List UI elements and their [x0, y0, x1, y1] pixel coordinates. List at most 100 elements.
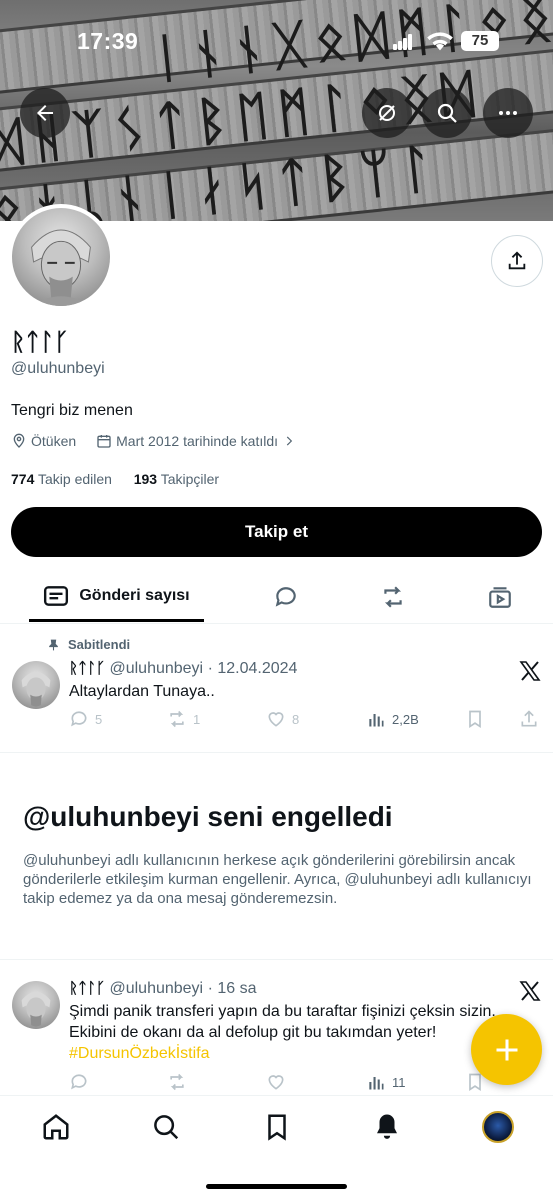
unmute-button[interactable]: [362, 88, 412, 138]
views-icon: [369, 1077, 384, 1090]
reply-button[interactable]: [69, 1072, 89, 1092]
compose-button[interactable]: [471, 1014, 542, 1085]
reply-button[interactable]: 5: [69, 709, 102, 729]
search-icon: [437, 103, 457, 123]
views-button[interactable]: 11: [366, 1072, 406, 1092]
blocked-title: @uluhunbeyi seni engelledi: [23, 801, 393, 832]
notifications-icon: [377, 1114, 397, 1139]
bookmark-icon: [469, 710, 481, 729]
profile-display-name: ᚱᛏᛚᚴ: [11, 328, 69, 356]
pinned-indicator: Sabitlendi: [47, 637, 130, 652]
bottom-navigation: [0, 1095, 553, 1200]
nav-home[interactable]: [41, 1112, 71, 1142]
back-arrow-icon: [37, 105, 53, 121]
like-icon: [268, 712, 284, 727]
bookmark-icon: [268, 1114, 286, 1141]
retweet-icon: [170, 1073, 184, 1091]
views-count: 2,2B: [392, 711, 419, 727]
search-icon: [154, 1115, 179, 1140]
retweet-count: 1: [193, 711, 201, 727]
retweet-icon: [170, 710, 184, 728]
views-count: 11: [392, 1074, 406, 1090]
wifi-icon: [427, 32, 453, 51]
tab-media[interactable]: [472, 572, 527, 622]
retweet-icon: [383, 586, 402, 608]
nav-profile-avatar[interactable]: [482, 1111, 514, 1143]
search-button[interactable]: [422, 88, 472, 138]
tweet-header: ᚱᛏᛚᚴ @uluhunbeyi · 12.04.2024: [69, 659, 297, 678]
tab-reposts[interactable]: [365, 572, 420, 622]
tweet-author[interactable]: ᚱᛏᛚᚴ: [69, 659, 105, 677]
share-icon: [508, 251, 526, 270]
status-time: 17:39: [77, 28, 139, 54]
divider: [0, 959, 553, 960]
profile-handle: @uluhunbeyi: [11, 360, 105, 377]
home-icon: [43, 1114, 69, 1140]
chevron-right-icon: [286, 436, 293, 446]
profile-tabs: Gönderi sayısı: [0, 572, 553, 624]
tweet-text-line: Ekibini de okanı da al defolup git bu ta…: [69, 1024, 437, 1041]
nav-notifications[interactable]: [372, 1112, 402, 1142]
tweet-hashtag[interactable]: #DursunÖzbekİstifa: [69, 1043, 539, 1064]
following-link[interactable]: 774 Takip edilen: [11, 471, 112, 487]
media-icon: [488, 587, 511, 608]
retweet-button[interactable]: [167, 1072, 187, 1092]
more-icon: [499, 111, 517, 115]
like-button[interactable]: [266, 1072, 286, 1092]
pin-icon: [49, 639, 58, 650]
tweet-date[interactable]: · 12.04.2024: [208, 660, 298, 677]
back-button[interactable]: [20, 88, 70, 138]
like-button[interactable]: 8: [266, 709, 299, 729]
tweet-handle[interactable]: @uluhunbeyi: [109, 980, 203, 997]
unmute-icon: [379, 105, 395, 121]
pinned-label: Sabitlendi: [68, 637, 131, 652]
views-button[interactable]: 2,2B: [366, 709, 419, 729]
profile-joined[interactable]: Mart 2012 tarihinde katıldı: [116, 433, 278, 449]
status-bar: 17:39 75: [0, 0, 553, 80]
followers-link[interactable]: 193 Takipçiler: [134, 471, 219, 487]
plus-icon: [496, 1039, 517, 1060]
reply-icon: [275, 587, 296, 607]
reply-count: 5: [95, 711, 103, 727]
tweet-avatar[interactable]: [12, 661, 60, 709]
tweet-date[interactable]: · 16 sa: [208, 980, 257, 997]
blocked-description: @uluhunbeyi adlı kullanıcının herkese aç…: [23, 852, 532, 907]
divider: [0, 752, 553, 753]
retweet-button[interactable]: 1: [167, 709, 200, 729]
home-indicator: [206, 1184, 347, 1189]
reply-icon: [71, 711, 87, 727]
calendar-icon: [97, 435, 111, 448]
share-button[interactable]: [519, 709, 539, 729]
avatar-portrait: [31, 229, 91, 306]
like-count: 8: [292, 711, 300, 727]
share-icon: [521, 710, 537, 727]
tweet-handle[interactable]: @uluhunbeyi: [109, 660, 203, 677]
profile-avatar[interactable]: [8, 204, 114, 310]
following-count: 774: [11, 471, 35, 487]
battery-icon: 75: [461, 31, 499, 51]
tab-replies[interactable]: [258, 572, 313, 622]
signal-icon: [393, 34, 413, 50]
tab-posts-label: Gönderi sayısı: [79, 586, 190, 604]
x-logo-icon: [519, 981, 541, 1001]
avatar-portrait: [21, 991, 51, 1027]
tweet-header: ᚱᛏᛚᚴ @uluhunbeyi · 16 sa: [69, 979, 256, 998]
tab-posts[interactable]: Gönderi sayısı: [29, 572, 204, 622]
followers-count: 193: [133, 471, 158, 487]
tweet-author[interactable]: ᚱᛏᛚᚴ: [69, 979, 105, 997]
tweet-text-line: Şimdi panik transferi yapın da bu taraft…: [69, 1003, 496, 1020]
more-button[interactable]: [483, 88, 533, 138]
share-profile-button[interactable]: [491, 235, 543, 287]
tweet-text: Şimdi panik transferi yapın da bu taraft…: [69, 1001, 539, 1064]
bookmark-button[interactable]: [465, 709, 485, 729]
tweet-text: Altaylardan Tunaya..: [69, 683, 215, 700]
nav-bookmarks[interactable]: [262, 1112, 292, 1142]
location-icon: [13, 433, 25, 448]
follow-button[interactable]: Takip et: [11, 507, 542, 557]
tweet-avatar[interactable]: [12, 981, 60, 1029]
posts-icon: [44, 585, 69, 606]
tweet-actions: 11: [69, 1072, 541, 1094]
avatar-portrait: [21, 671, 51, 707]
like-icon: [268, 1075, 284, 1090]
nav-search[interactable]: [151, 1112, 181, 1142]
